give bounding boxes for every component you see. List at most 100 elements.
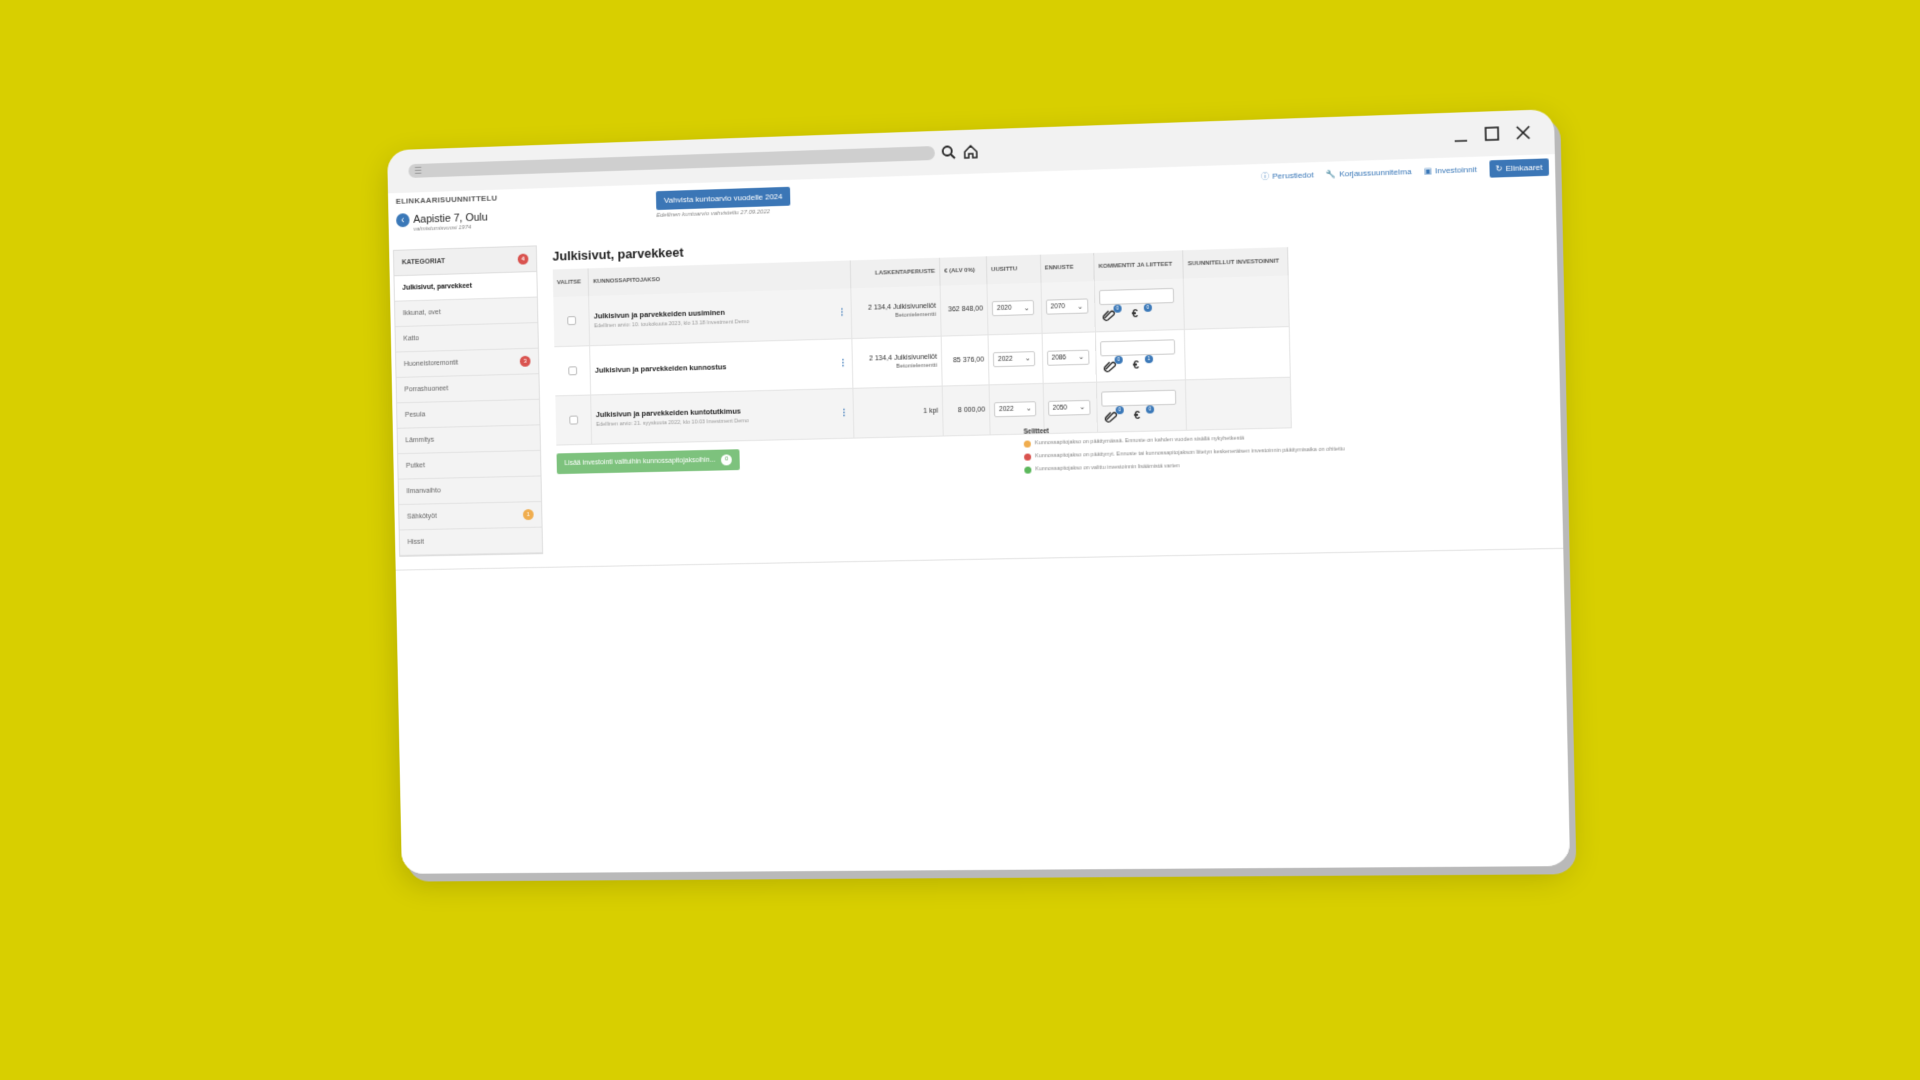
forecast-select[interactable]: 2050 ⌄	[1047, 399, 1091, 416]
sidebar-item-label: Julkisivut, parvekkeet	[402, 282, 473, 292]
forecast-cell: 2070 ⌄	[1040, 281, 1096, 333]
task-name: Julkisivun ja parvekkeiden kuntotutkimus	[595, 406, 741, 420]
sidebar-item-sahkotyot[interactable]: Sähkötyöt 1	[399, 502, 542, 531]
sidebar-item-putket[interactable]: Putket	[398, 450, 541, 480]
row-checkbox[interactable]	[569, 415, 578, 425]
chevron-down-icon: ⌄	[1025, 405, 1032, 413]
task-subtitle: Edellinen arvio: 10. toukokuuta 2023, kl…	[593, 318, 750, 330]
euro-count: 1	[1144, 354, 1154, 363]
comment-input[interactable]	[1098, 288, 1175, 306]
price-cell: 8 000,00	[942, 384, 991, 436]
task-cell: Julkisivun ja parvekkeiden uusiminen Ede…	[589, 288, 852, 346]
sidebar-item-label: Putket	[405, 462, 425, 470]
col-forecast: ENNUSTE	[1039, 253, 1095, 283]
col-renewed: UUSITTU	[986, 254, 1041, 285]
add-investment-label: Lisää investointi valituihin kunnossapit…	[564, 456, 716, 467]
price-cell: 362 848,00	[939, 284, 989, 336]
select-cell	[553, 295, 591, 347]
attachment-icon[interactable]: 0	[1103, 405, 1124, 422]
nav-perustiedot[interactable]: ⓘ Perustiedot	[1261, 169, 1314, 182]
basis-value: 2 134,4 Julkisivuneliöt	[868, 353, 938, 363]
red-dot-icon	[1024, 453, 1032, 461]
task-subtitle: Edellinen arvio: 21. syyskuuta 2022, klo…	[596, 418, 749, 428]
add-investment-button[interactable]: Lisää investointi valituihin kunnossapit…	[556, 448, 741, 474]
row-menu-icon[interactable]: ⋮	[838, 358, 847, 369]
chevron-down-icon: ⌄	[1023, 304, 1030, 313]
renewed-select[interactable]: 2020 ⌄	[991, 300, 1035, 317]
sidebar-item-lammitys[interactable]: Lämmitys	[397, 425, 541, 455]
renewed-cell: 2022 ⌄	[988, 332, 1043, 385]
sidebar-item-label: Ilmanvaihto	[406, 487, 441, 496]
back-arrow-icon[interactable]: ‹	[396, 213, 410, 228]
sidebar-item-label: Ikkunat, ovet	[402, 309, 441, 318]
forecast-cell: 2050 ⌄	[1042, 381, 1098, 434]
sidebar-item-label: Pesula	[404, 411, 426, 419]
row-menu-icon[interactable]: ⋮	[837, 308, 846, 319]
nav-label: Perustiedot	[1272, 170, 1314, 181]
price-cell: 85 376,00	[941, 334, 990, 386]
sidebar-item-porrashuoneet[interactable]: Porrashuoneet	[396, 374, 539, 404]
task-cell: Julkisivun ja parvekkeiden kuntotutkimus…	[591, 387, 854, 444]
sidebar-item-label: Huoneistoremontit	[403, 359, 459, 368]
renewed-select[interactable]: 2022 ⌄	[992, 350, 1036, 367]
sidebar-item-ilmanvaihto[interactable]: Ilmanvaihto	[398, 476, 542, 506]
search-icon[interactable]	[941, 144, 957, 161]
nav-korjaussuunnitelma[interactable]: 🔧 Korjaussuunnitelma	[1326, 167, 1412, 179]
legend-text: Kunnossapitojakso on valittu investoinni…	[1035, 463, 1180, 473]
legend: Selitteet Kunnossapitojakso on päättymäs…	[1024, 421, 1350, 479]
tune-icon: ☰	[414, 165, 423, 176]
sidebar-item-label: Hissit	[407, 538, 424, 546]
attachment-icon[interactable]: 0	[1102, 355, 1123, 371]
row-menu-icon[interactable]: ⋮	[839, 407, 848, 418]
renewed-value: 2022	[999, 405, 1014, 413]
sidebar-item-pesula[interactable]: Pesula	[397, 399, 540, 429]
basis-cell: 2 134,4 Julkisivuneliöt Betonielementti	[851, 335, 943, 388]
sidebar-item-label: Porrashuoneet	[404, 385, 449, 394]
task-name: Julkisivun ja parvekkeiden uusiminen	[593, 307, 726, 321]
euro-icon[interactable]: €0	[1134, 404, 1155, 421]
comments-cell: 0 €0	[1096, 379, 1187, 432]
app-content: ELINKAARISUUNNITTELU ‹ Aapistie 7, Oulu …	[387, 154, 1571, 874]
sidebar-header-badge: 4	[517, 253, 529, 265]
forecast-value: 2086	[1051, 353, 1067, 362]
col-comments: KOMMENTIT JA LIITTEET	[1093, 250, 1184, 282]
maximize-icon[interactable]	[1483, 125, 1500, 142]
forecast-select[interactable]: 2086 ⌄	[1046, 349, 1090, 366]
euro-icon[interactable]: €0	[1132, 303, 1152, 321]
col-planned: SUUNNITELLUT INVESTOINNIT	[1182, 247, 1289, 279]
comment-input[interactable]	[1100, 338, 1176, 356]
address-bar[interactable]: ☰	[408, 145, 935, 178]
forecast-value: 2050	[1052, 403, 1068, 412]
confirm-assessment-button[interactable]: Vahvista kuntoarvio vuodelle 2024	[655, 186, 791, 211]
minimize-icon[interactable]	[1452, 126, 1469, 143]
legend-text: Kunnossapitojakso on päättymässä. Ennust…	[1034, 435, 1245, 447]
attachment-icon[interactable]: 0	[1101, 304, 1122, 321]
comment-input[interactable]	[1101, 389, 1177, 407]
row-checkbox[interactable]	[566, 316, 576, 326]
refresh-icon: ↻	[1495, 164, 1503, 174]
sidebar-item-huoneistoremontit[interactable]: Huoneistoremontit 3	[395, 348, 539, 378]
add-investment-count: 0	[721, 453, 733, 465]
home-icon[interactable]	[963, 143, 979, 160]
nav-investoinnit[interactable]: ▣ Investoinnit	[1424, 165, 1477, 176]
nav-elinkaaret[interactable]: ↻ Elinkaaret	[1489, 158, 1550, 178]
basis-type: Betonielementti	[894, 312, 937, 320]
euro-count: 0	[1143, 303, 1152, 313]
status-badge: 1	[522, 509, 534, 521]
legend-text: Kunnossapitojakso on päättynyt. Ennuste …	[1035, 446, 1345, 460]
forecast-select[interactable]: 2070 ⌄	[1045, 298, 1088, 315]
row-checkbox[interactable]	[567, 365, 577, 375]
renewed-value: 2022	[998, 355, 1013, 363]
property-address: Aapistie 7, Oulu	[413, 211, 488, 226]
close-icon[interactable]	[1515, 124, 1532, 141]
basis-type: Betonielementti	[895, 362, 938, 370]
renewed-select[interactable]: 2022 ⌄	[994, 400, 1037, 417]
legend-item: Kunnossapitojakso on valittu investoinni…	[1024, 458, 1349, 474]
basis-value: 1 kpl	[923, 407, 939, 415]
briefcase-icon: ▣	[1423, 166, 1432, 176]
maintenance-table: VALITSE KUNNOSSAPITOJAKSO LASKENTAPERUST…	[552, 247, 1292, 445]
comments-cell: 0 €1	[1095, 328, 1186, 382]
sidebar-item-katto[interactable]: Katto	[395, 323, 538, 353]
euro-icon[interactable]: €1	[1133, 354, 1154, 371]
sidebar-item-hissit[interactable]: Hissit	[399, 527, 543, 556]
